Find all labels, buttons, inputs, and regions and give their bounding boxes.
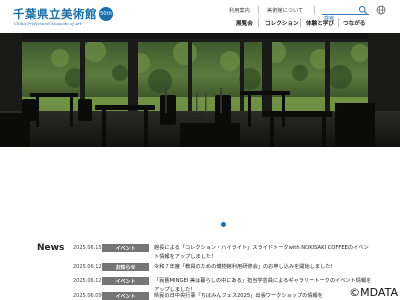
hero-photo-cafe — [0, 33, 400, 147]
search-box — [322, 5, 369, 24]
news-date: 2025.06.12 — [73, 264, 102, 270]
divider — [258, 18, 259, 27]
news-heading: News — [37, 243, 65, 253]
site-logo[interactable]: 千葉県立美術館 50th — [13, 6, 113, 22]
divider — [300, 18, 301, 27]
logo-subtitle: Chiba Prefectural Museum of Art — [14, 21, 82, 26]
news-text[interactable]: 館長による「コレクション・ハイライト」スライドトークwith NOKISAKI … — [154, 244, 372, 261]
divider — [258, 6, 259, 14]
news-date: 2025.06.12 — [73, 278, 102, 284]
utility-link-about[interactable]: 美術館について — [267, 7, 303, 14]
logo-title: 千葉県立美術館 — [13, 7, 97, 21]
news-text[interactable]: 令和７年度「教員のための博物館利用研修会」のお申し込みを開始しました！ — [154, 263, 372, 272]
news-category-badge: イベント — [102, 292, 149, 300]
nav-connect[interactable]: つながる — [343, 19, 365, 27]
news-date: 2025.06.09 — [73, 293, 102, 299]
news-item[interactable]: 2025.06.15 イベント 館長による「コレクション・ハイライト」スライドト… — [73, 244, 373, 264]
globe-icon[interactable] — [376, 5, 386, 15]
slide-indicator-dot[interactable] — [221, 222, 226, 227]
divider — [338, 18, 339, 27]
nav-exhibitions[interactable]: 展覧会 — [236, 19, 253, 27]
news-category-badge: お知らせ — [102, 263, 149, 271]
hero-image — [0, 33, 400, 147]
news-item[interactable]: 2025.06.09 イベント 県民の日中央行事「ちばみんフェス2025」出張ワ… — [73, 292, 373, 300]
news-category-badge: イベント — [102, 244, 149, 252]
nav-collection[interactable]: コレクション — [265, 19, 299, 27]
nav-learning[interactable]: 体験と学び — [306, 19, 334, 27]
search-icon[interactable] — [358, 5, 368, 15]
divider — [314, 6, 315, 14]
site-header: 千葉県立美術館 50th Chiba Prefectural Museum of… — [0, 0, 400, 33]
news-date: 2025.06.15 — [73, 245, 102, 251]
news-text[interactable]: 県民の日中央行事「ちばみんフェス2025」出張ワークショップの情報を — [154, 292, 372, 300]
news-category-badge: イベント — [102, 277, 149, 285]
utility-link-guide[interactable]: 利用案内 — [229, 7, 250, 14]
anniversary-badge-icon: 50th — [99, 7, 113, 21]
watermark: ©MDATA — [349, 286, 398, 299]
